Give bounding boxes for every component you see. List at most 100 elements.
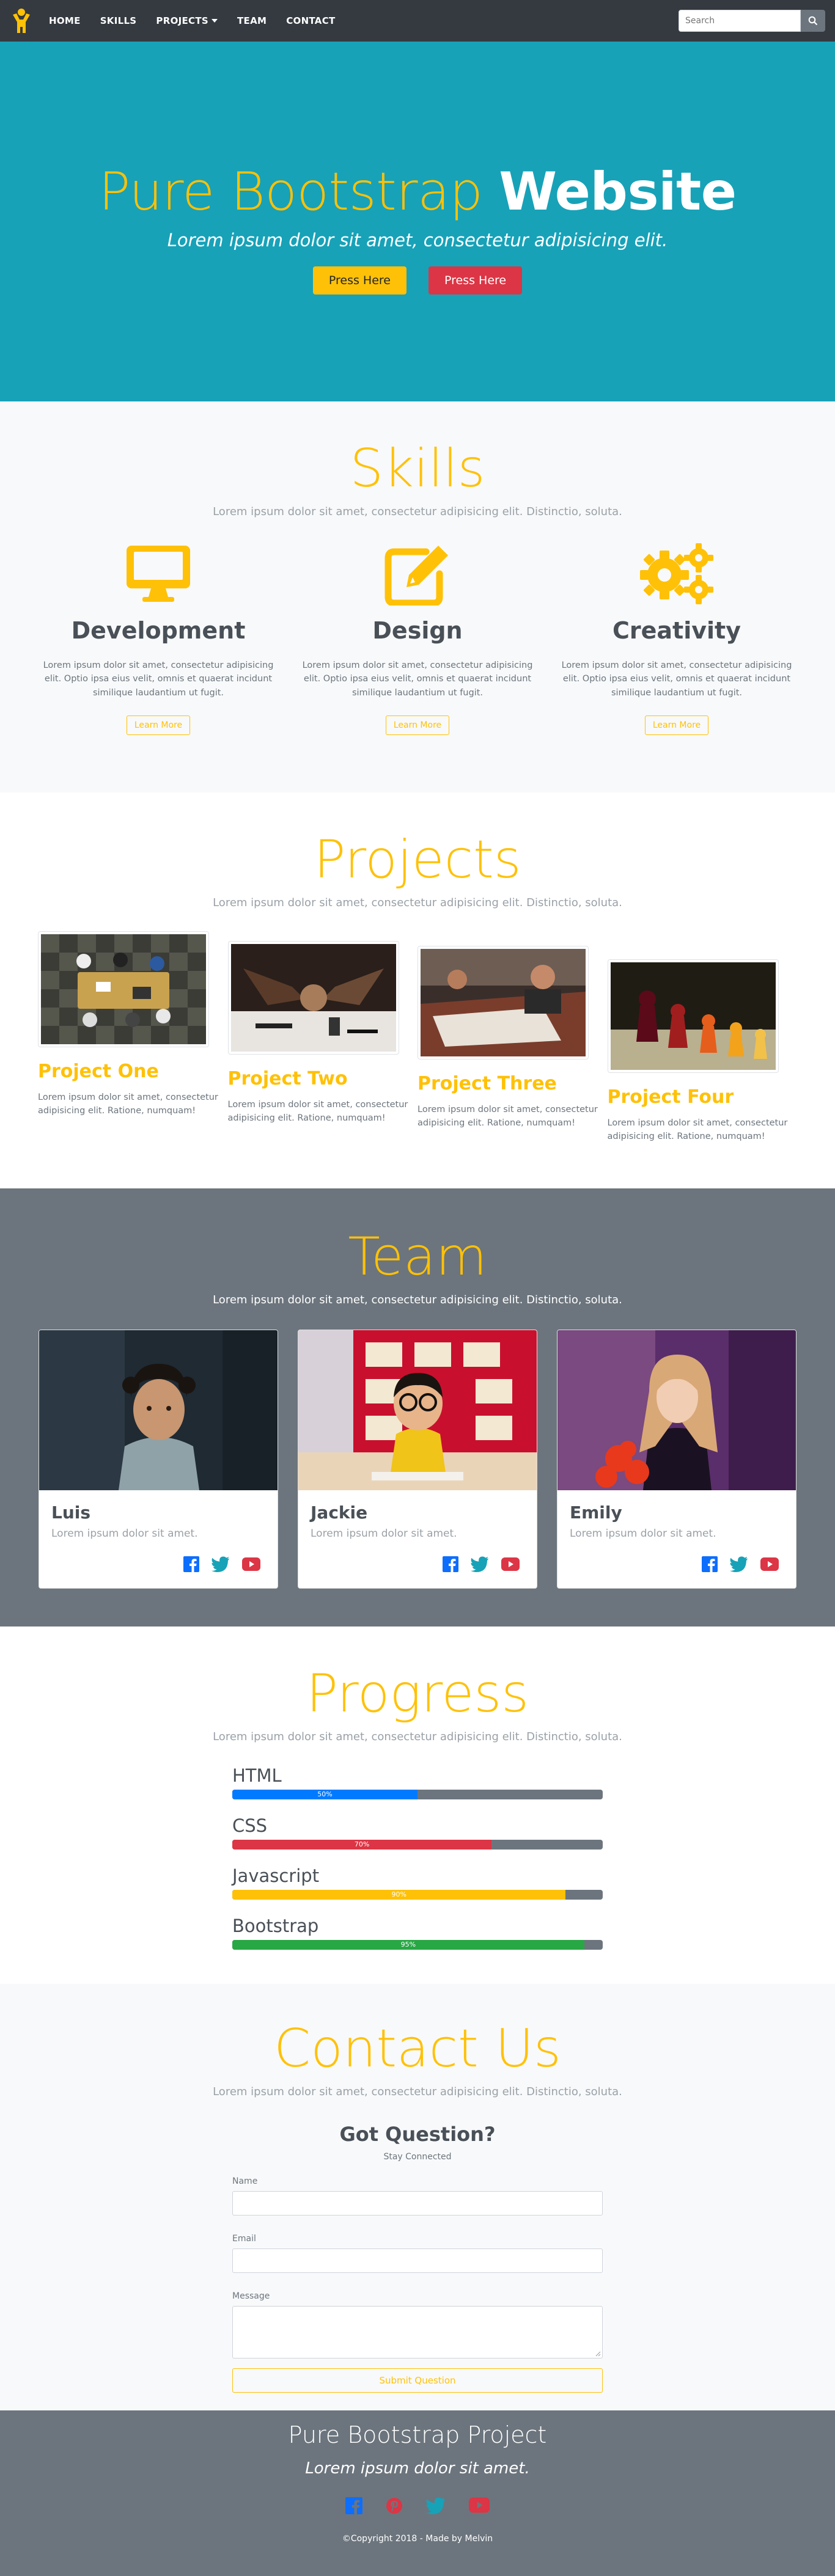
- skills-subtitle: Lorem ipsum dolor sit amet, consectetur …: [213, 505, 622, 518]
- team-member-name: Jackie: [311, 1502, 368, 1523]
- project-title[interactable]: Project Three: [418, 1073, 608, 1094]
- press-here-button-red[interactable]: Press Here: [429, 266, 523, 295]
- nav-home[interactable]: HOME: [49, 15, 81, 26]
- team-member-name: Emily: [570, 1502, 622, 1523]
- email-field[interactable]: [232, 2249, 603, 2273]
- submit-question-button[interactable]: Submit Question: [232, 2368, 603, 2393]
- project-card: Project Four Lorem ipsum dolor sit amet,…: [607, 931, 798, 1144]
- learn-more-button[interactable]: Learn More: [126, 715, 191, 736]
- skill-text: Lorem ipsum dolor sit amet, consectetur …: [561, 660, 792, 698]
- desktop-icon: [29, 540, 288, 607]
- search-form: [679, 10, 825, 32]
- skills-title: Skills: [350, 438, 485, 499]
- twitter-icon[interactable]: [426, 2497, 446, 2514]
- progress-title: Progress: [306, 1663, 529, 1724]
- navbar: HOME SKILLS PROJECTS TEAM CONTACT: [0, 0, 835, 42]
- hero-buttons: Press Here Press Here: [312, 266, 523, 295]
- facebook-icon[interactable]: [443, 1556, 458, 1572]
- resize-handle-icon[interactable]: [595, 2351, 601, 2357]
- hero-title-bold: Website: [499, 161, 737, 222]
- footer: Pure Bootstrap Project Lorem ipsum dolor…: [0, 2410, 835, 2576]
- footer-title: Pure Bootstrap Project: [288, 2421, 547, 2448]
- youtube-icon[interactable]: [469, 2497, 490, 2513]
- team-member-text: Lorem ipsum dolor sit amet.: [570, 1528, 716, 1540]
- project-image[interactable]: [38, 931, 209, 1047]
- progress-item: HTML 50%: [232, 1765, 603, 1799]
- nav-links: HOME SKILLS PROJECTS TEAM CONTACT: [49, 15, 355, 26]
- team-photo: [557, 1330, 796, 1490]
- progress-item: CSS 70%: [232, 1815, 603, 1850]
- youtube-icon[interactable]: [760, 1557, 779, 1571]
- project-text: Lorem ipsum dolor sit amet, consectetur …: [607, 1118, 788, 1142]
- twitter-icon[interactable]: [212, 1556, 230, 1572]
- project-text: Lorem ipsum dolor sit amet, consectetur …: [418, 1105, 598, 1129]
- project-image[interactable]: [418, 946, 589, 1059]
- skill-name: Development: [71, 617, 246, 644]
- hero-title: Pure Bootstrap Website: [98, 161, 737, 222]
- progress-section: Progress Lorem ipsum dolor sit amet, con…: [0, 1626, 835, 1984]
- search-button[interactable]: [801, 10, 825, 32]
- skill-text: Lorem ipsum dolor sit amet, consectetur …: [43, 660, 274, 698]
- team-card: Luis Lorem ipsum dolor sit amet.: [39, 1330, 278, 1589]
- social-links: [443, 1556, 520, 1572]
- progress-item: Javascript 90%: [232, 1865, 603, 1900]
- skill-text: Lorem ipsum dolor sit amet, consectetur …: [302, 660, 533, 698]
- name-field[interactable]: [232, 2191, 603, 2216]
- project-title[interactable]: Project Two: [228, 1068, 418, 1089]
- contact-subtitle: Lorem ipsum dolor sit amet, consectetur …: [213, 2085, 622, 2098]
- facebook-icon[interactable]: [702, 1556, 718, 1572]
- contact-title: Contact Us: [274, 2018, 561, 2079]
- learn-more-button[interactable]: Learn More: [644, 715, 709, 736]
- twitter-icon[interactable]: [471, 1556, 489, 1572]
- project-title[interactable]: Project One: [38, 1061, 228, 1082]
- skill-name: Design: [372, 617, 463, 644]
- project-text: Lorem ipsum dolor sit amet, consectetur …: [227, 1100, 408, 1124]
- team-member-name: Luis: [51, 1502, 91, 1523]
- nav-projects-dropdown[interactable]: PROJECTS: [156, 15, 218, 26]
- project-image[interactable]: [607, 959, 779, 1073]
- team-card-body: Luis Lorem ipsum dolor sit amet.: [39, 1490, 278, 1588]
- footer-subtitle: Lorem ipsum dolor sit amet.: [305, 2459, 530, 2478]
- message-field[interactable]: [232, 2306, 603, 2358]
- social-links: [183, 1556, 260, 1572]
- nav-team[interactable]: TEAM: [237, 15, 267, 26]
- youtube-icon[interactable]: [242, 1557, 260, 1571]
- progress-bar: 50%: [232, 1790, 603, 1799]
- project-title[interactable]: Project Four: [608, 1086, 798, 1108]
- twitter-icon[interactable]: [730, 1556, 748, 1572]
- team-card: Emily Lorem ipsum dolor sit amet.: [557, 1330, 796, 1589]
- facebook-icon[interactable]: [345, 2497, 362, 2514]
- progress-bar: 70%: [232, 1840, 603, 1850]
- nav-projects-label: PROJECTS: [156, 15, 208, 26]
- team-photo: [39, 1330, 278, 1490]
- facebook-icon[interactable]: [183, 1556, 199, 1572]
- progress-subtitle: Lorem ipsum dolor sit amet, consectetur …: [213, 1730, 622, 1743]
- progress-label: Bootstrap: [232, 1916, 319, 1936]
- youtube-icon[interactable]: [501, 1557, 520, 1571]
- progress-fill: 70%: [232, 1840, 492, 1850]
- nav-skills[interactable]: SKILLS: [100, 15, 137, 26]
- project-text: Lorem ipsum dolor sit amet, consectetur …: [38, 1092, 218, 1116]
- skills-row: Development Lorem ipsum dolor sit amet, …: [0, 540, 835, 736]
- progress-label: HTML: [232, 1765, 282, 1786]
- team-card: Jackie Lorem ipsum dolor sit amet.: [298, 1330, 537, 1589]
- projects-title: Projects: [314, 829, 521, 890]
- progress-bar: 90%: [232, 1890, 603, 1900]
- projects-subtitle: Lorem ipsum dolor sit amet, consectetur …: [213, 896, 622, 909]
- search-input[interactable]: [679, 10, 801, 32]
- footer-social-links: [0, 2497, 835, 2514]
- projects-row: Project One Lorem ipsum dolor sit amet, …: [0, 931, 835, 1144]
- nav-contact[interactable]: CONTACT: [286, 15, 335, 26]
- progress-bar: 95%: [232, 1940, 603, 1950]
- hero-title-light: Pure Bootstrap: [98, 161, 483, 222]
- pinterest-icon[interactable]: [386, 2497, 403, 2514]
- learn-more-button[interactable]: Learn More: [385, 715, 450, 736]
- person-logo-icon[interactable]: [10, 5, 33, 36]
- progress-fill: 50%: [232, 1790, 418, 1799]
- project-image[interactable]: [227, 941, 399, 1055]
- chevron-down-icon: [212, 19, 218, 23]
- social-links: [702, 1556, 779, 1572]
- contact-small-text: Stay Connected: [383, 2152, 452, 2162]
- press-here-button-yellow[interactable]: Press Here: [312, 266, 406, 295]
- cogs-icon: [547, 540, 806, 607]
